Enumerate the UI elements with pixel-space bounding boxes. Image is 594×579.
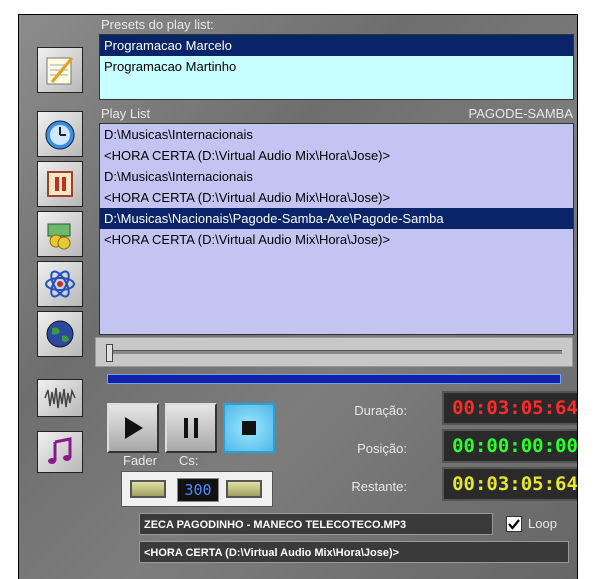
fader-in-button[interactable] (130, 480, 166, 498)
posicao-timer: 00:00:00:00 (442, 429, 577, 463)
pause-button-side[interactable] (37, 161, 83, 207)
stop-button[interactable] (223, 403, 275, 453)
pause-icon (184, 418, 198, 438)
seek-track (108, 350, 562, 354)
play-button[interactable] (107, 403, 159, 453)
posicao-label: Posição: (357, 441, 407, 456)
music-button[interactable] (37, 431, 83, 473)
fader-control: 300 (121, 471, 273, 507)
presets-title: Presets do play list: (101, 17, 214, 32)
restante-timer: 00:03:05:64 (442, 467, 577, 501)
playlist-item[interactable]: D:\Musicas\Internacionais (100, 166, 573, 187)
checkmark-icon (508, 519, 520, 530)
preset-item[interactable]: Programacao Marcelo (100, 35, 573, 56)
next-item: <HORA CERTA (D:\Virtual Audio Mix\Hora\J… (139, 541, 569, 563)
music-note-icon (48, 437, 72, 464)
playlist-item[interactable]: <HORA CERTA (D:\Virtual Audio Mix\Hora\J… (100, 187, 573, 208)
preset-item[interactable]: Programacao Martinho (100, 56, 573, 77)
clock-icon (45, 120, 75, 150)
seek-thumb[interactable] (106, 344, 113, 362)
fader-value[interactable]: 300 (177, 478, 219, 502)
waveform-button[interactable] (37, 379, 83, 417)
seek-slider[interactable] (95, 337, 573, 367)
playlist-list[interactable]: D:\Musicas\Internacionais <HORA CERTA (D… (99, 123, 574, 335)
notepad-button[interactable] (37, 47, 83, 93)
playlist-item[interactable]: D:\Musicas\Nacionais\Pagode-Samba-Axe\Pa… (100, 208, 573, 229)
duracao-timer: 00:03:05:64 (442, 391, 577, 425)
playlist-item[interactable]: <HORA CERTA (D:\Virtual Audio Mix\Hora\J… (100, 145, 573, 166)
atom-icon (45, 270, 75, 298)
fader-label: Fader (123, 453, 157, 468)
now-playing: ZECA PAGODINHO - MANECO TELECOTECO.MP3 (139, 513, 493, 535)
money-icon (47, 223, 71, 250)
pause-icon (47, 171, 73, 197)
playlist-item[interactable]: D:\Musicas\Internacionais (100, 124, 573, 145)
presets-list[interactable]: Programacao Marcelo Programacao Martinho (99, 34, 574, 100)
clock-button[interactable] (37, 111, 83, 157)
fader-cs-label: Cs: (179, 453, 199, 468)
notepad-icon (46, 57, 74, 85)
globe-button[interactable] (37, 311, 83, 357)
money-button[interactable] (37, 211, 83, 257)
progress-bar (107, 374, 561, 384)
loop-label: Loop (528, 516, 557, 531)
waveform-icon (44, 387, 76, 409)
playlist-title: Play List (101, 106, 151, 121)
play-icon (125, 417, 143, 439)
pause-button[interactable] (165, 403, 217, 453)
restante-label: Restante: (351, 479, 407, 494)
playlist-item[interactable]: <HORA CERTA (D:\Virtual Audio Mix\Hora\J… (100, 229, 573, 250)
stop-icon (242, 421, 256, 435)
duracao-label: Duração: (354, 403, 407, 418)
atom-button[interactable] (37, 261, 83, 307)
player-window: Presets do play list: Programacao Marcel… (18, 14, 578, 579)
loop-checkbox[interactable] (506, 516, 522, 532)
playlist-genre: PAGODE-SAMBA (468, 106, 573, 121)
fader-out-button[interactable] (226, 480, 262, 498)
globe-icon (46, 320, 74, 348)
